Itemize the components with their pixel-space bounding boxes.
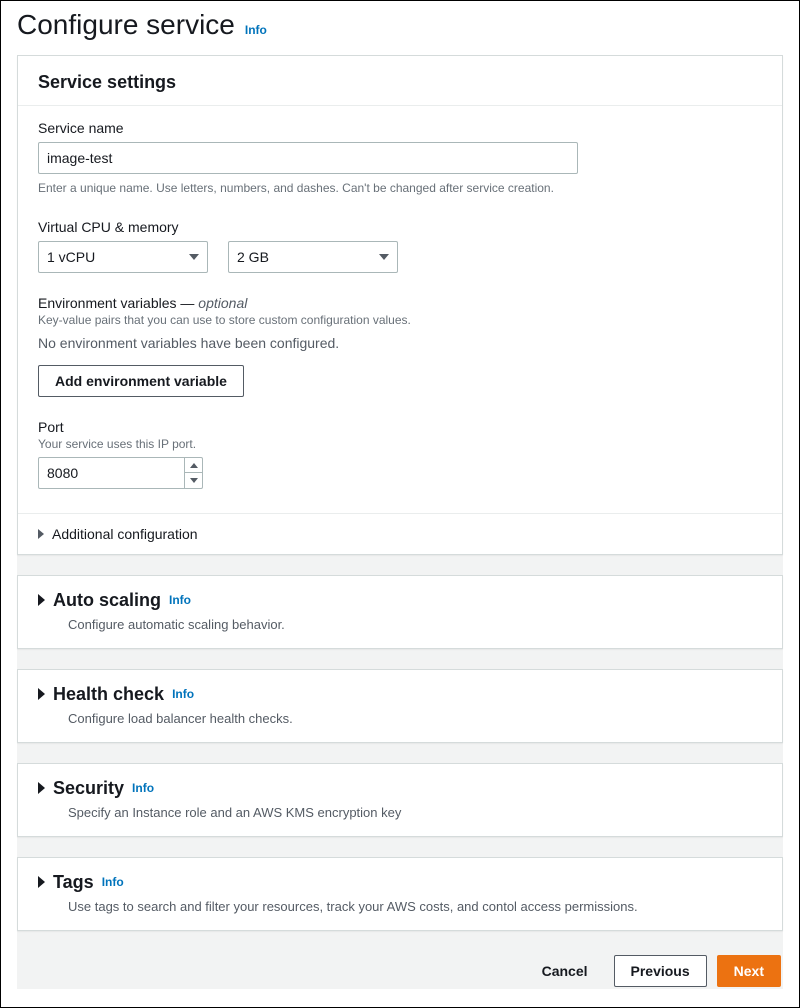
tags-panel: Tags Info Use tags to search and filter … — [17, 857, 783, 931]
service-name-field: Service name Enter a unique name. Use le… — [38, 120, 762, 197]
security-info-link[interactable]: Info — [132, 781, 154, 795]
health-check-panel: Health check Info Configure load balance… — [17, 669, 783, 743]
port-step-down[interactable] — [185, 473, 202, 488]
caret-down-icon — [189, 254, 199, 260]
vcpu-memory-field: Virtual CPU & memory 1 vCPU 2 GB — [38, 219, 762, 273]
security-title: Security — [53, 778, 124, 799]
service-settings-panel: Service settings Service name Enter a un… — [17, 55, 783, 555]
port-hint: Your service uses this IP port. — [38, 437, 762, 451]
service-settings-heading: Service settings — [38, 72, 762, 93]
triangle-right-icon — [38, 782, 45, 794]
triangle-right-icon — [38, 876, 45, 888]
next-button[interactable]: Next — [717, 955, 781, 987]
page-info-link[interactable]: Info — [245, 23, 267, 37]
auto-scaling-panel: Auto scaling Info Configure automatic sc… — [17, 575, 783, 649]
page-title-text: Configure service — [17, 9, 235, 41]
memory-value: 2 GB — [237, 249, 269, 265]
footer-buttons: Cancel Previous Next — [17, 951, 783, 989]
service-name-label: Service name — [38, 120, 762, 136]
service-name-hint: Enter a unique name. Use letters, number… — [38, 180, 762, 197]
env-vars-field: Environment variables — optional Key-val… — [38, 295, 762, 397]
security-panel: Security Info Specify an Instance role a… — [17, 763, 783, 837]
additional-config-label: Additional configuration — [52, 526, 198, 542]
page-title: Configure service Info — [17, 7, 783, 47]
auto-scaling-toggle[interactable]: Auto scaling Info — [38, 590, 762, 611]
tags-title: Tags — [53, 872, 94, 893]
health-check-title: Health check — [53, 684, 164, 705]
vcpu-value: 1 vCPU — [47, 249, 95, 265]
auto-scaling-title: Auto scaling — [53, 590, 161, 611]
cancel-button[interactable]: Cancel — [526, 956, 604, 986]
add-env-var-button[interactable]: Add environment variable — [38, 365, 244, 397]
tags-desc: Use tags to search and filter your resou… — [68, 899, 762, 914]
tags-info-link[interactable]: Info — [102, 875, 124, 889]
triangle-right-icon — [38, 594, 45, 606]
health-check-desc: Configure load balancer health checks. — [68, 711, 762, 726]
vcpu-select[interactable]: 1 vCPU — [38, 241, 208, 273]
triangle-up-icon — [190, 463, 198, 468]
env-vars-hint: Key-value pairs that you can use to stor… — [38, 313, 762, 327]
health-check-info-link[interactable]: Info — [172, 687, 194, 701]
triangle-right-icon — [38, 688, 45, 700]
memory-select[interactable]: 2 GB — [228, 241, 398, 273]
service-settings-header: Service settings — [18, 56, 782, 106]
additional-config-expander[interactable]: Additional configuration — [18, 513, 782, 554]
auto-scaling-info-link[interactable]: Info — [169, 593, 191, 607]
port-label: Port — [38, 419, 762, 435]
health-check-toggle[interactable]: Health check Info — [38, 684, 762, 705]
service-name-input[interactable] — [38, 142, 578, 174]
port-field: Port Your service uses this IP port. — [38, 419, 762, 489]
env-vars-label: Environment variables — optional — [38, 295, 762, 311]
caret-down-icon — [379, 254, 389, 260]
security-desc: Specify an Instance role and an AWS KMS … — [68, 805, 762, 820]
previous-button[interactable]: Previous — [614, 955, 707, 987]
auto-scaling-desc: Configure automatic scaling behavior. — [68, 617, 762, 632]
triangle-right-icon — [38, 529, 44, 539]
vcpu-memory-label: Virtual CPU & memory — [38, 219, 762, 235]
port-stepper — [184, 458, 202, 488]
env-vars-empty: No environment variables have been confi… — [38, 335, 762, 351]
tags-toggle[interactable]: Tags Info — [38, 872, 762, 893]
port-input[interactable] — [38, 457, 203, 489]
port-step-up[interactable] — [185, 458, 202, 474]
triangle-down-icon — [190, 478, 198, 483]
security-toggle[interactable]: Security Info — [38, 778, 762, 799]
